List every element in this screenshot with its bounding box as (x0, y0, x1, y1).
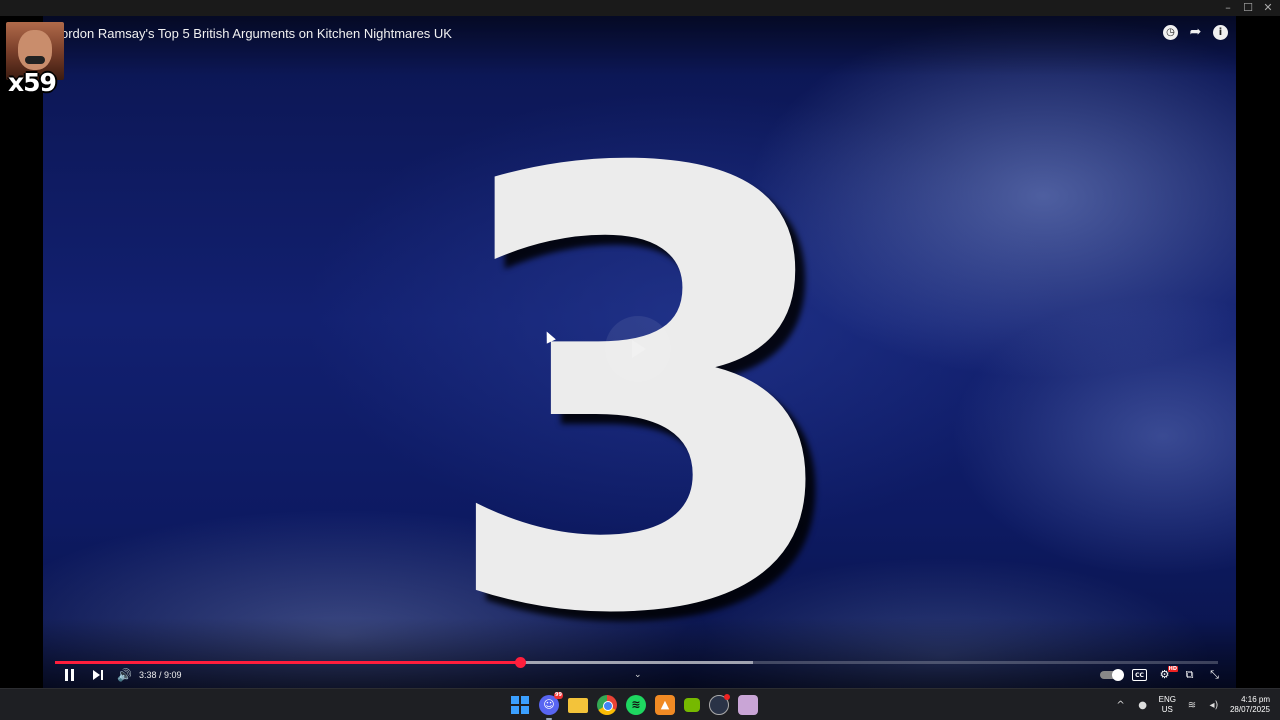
minimize-button[interactable]: – (1218, 0, 1238, 16)
maximize-button[interactable]: ☐ (1238, 0, 1258, 16)
discord-icon[interactable]: ☺ 99 (539, 692, 563, 720)
misc-app-icon[interactable] (738, 695, 758, 715)
avatar-mouth (25, 56, 45, 64)
tray-chevron-icon[interactable]: ^ (1115, 700, 1127, 711)
progress-bar[interactable] (55, 657, 1218, 668)
discord-badge: 99 (554, 692, 563, 699)
player-right-controls: CC ⚙ HD ⧉ ⤡ (1100, 666, 1222, 683)
avatar-face (18, 30, 52, 70)
window-controls: – ☐ ✕ (1218, 0, 1278, 16)
video-title[interactable]: ordon Ramsay's Top 5 British Arguments o… (61, 26, 452, 41)
microphone-icon[interactable]: ● (1137, 700, 1149, 711)
steam-badge (724, 694, 730, 700)
language: ENG (1158, 695, 1176, 704)
file-explorer-icon[interactable] (568, 697, 588, 713)
video-frame-number: 3 (435, 46, 853, 689)
overlay-count: x59 (8, 68, 57, 97)
subtitles-icon[interactable]: CC (1132, 669, 1147, 681)
language-indicator[interactable]: ENG US (1159, 695, 1176, 715)
clock[interactable]: 4:16 pm 28/07/2025 (1230, 695, 1270, 715)
chrome-icon[interactable] (597, 695, 617, 715)
screen: – ☐ ✕ 3 ordon Ramsay's Top 5 British Arg… (0, 0, 1280, 720)
close-button[interactable]: ✕ (1258, 0, 1278, 16)
share-icon[interactable]: ➦ (1188, 25, 1203, 40)
center-play-icon[interactable] (605, 316, 671, 382)
wifi-icon[interactable]: ≋ (1186, 700, 1198, 711)
taskbar-apps: ☺ 99 ≋ ▲ (510, 689, 758, 720)
next-icon[interactable] (92, 667, 104, 683)
volume-icon[interactable]: 🔊 (117, 667, 132, 683)
volume-tray-icon[interactable]: ◂) (1208, 700, 1220, 711)
window-titlebar: – ☐ ✕ (0, 0, 1280, 16)
windows-start-icon[interactable] (510, 695, 530, 715)
video-top-icons: ◷ ➦ i (1163, 25, 1228, 40)
settings-icon[interactable]: ⚙ HD (1157, 666, 1178, 681)
top-gradient (43, 16, 1236, 76)
progress-played (55, 661, 521, 664)
time-display: 3:38 / 9:09 (139, 670, 182, 680)
autoplay-toggle[interactable] (1100, 669, 1124, 681)
region: US (1161, 705, 1173, 714)
steam-icon[interactable] (709, 694, 730, 715)
info-icon[interactable]: i (1213, 25, 1228, 40)
video-player[interactable]: 3 ordon Ramsay's Top 5 British Arguments… (43, 16, 1236, 688)
nvidia-icon[interactable] (684, 698, 700, 712)
chevron-down-icon[interactable]: ⌄ (634, 667, 642, 683)
clock-date: 28/07/2025 (1229, 705, 1270, 714)
system-tray: ^ ● ENG US ≋ ◂) 4:16 pm 28/07/2025 (1115, 689, 1270, 720)
app-icon[interactable]: ▲ (655, 695, 675, 715)
spotify-icon[interactable]: ≋ (626, 695, 646, 715)
cast-icon[interactable]: ⧉ (1182, 669, 1197, 681)
exit-fullscreen-icon[interactable]: ⤡ (1207, 669, 1222, 681)
clock-time: 4:16 pm (1241, 695, 1270, 704)
pause-icon[interactable] (64, 667, 76, 683)
watch-later-icon[interactable]: ◷ (1163, 25, 1178, 40)
hd-badge: HD (1167, 666, 1178, 672)
taskbar: ☺ 99 ≋ ▲ ^ ● ENG US ≋ ◂) 4:16 pm 28/07/2… (0, 688, 1280, 720)
